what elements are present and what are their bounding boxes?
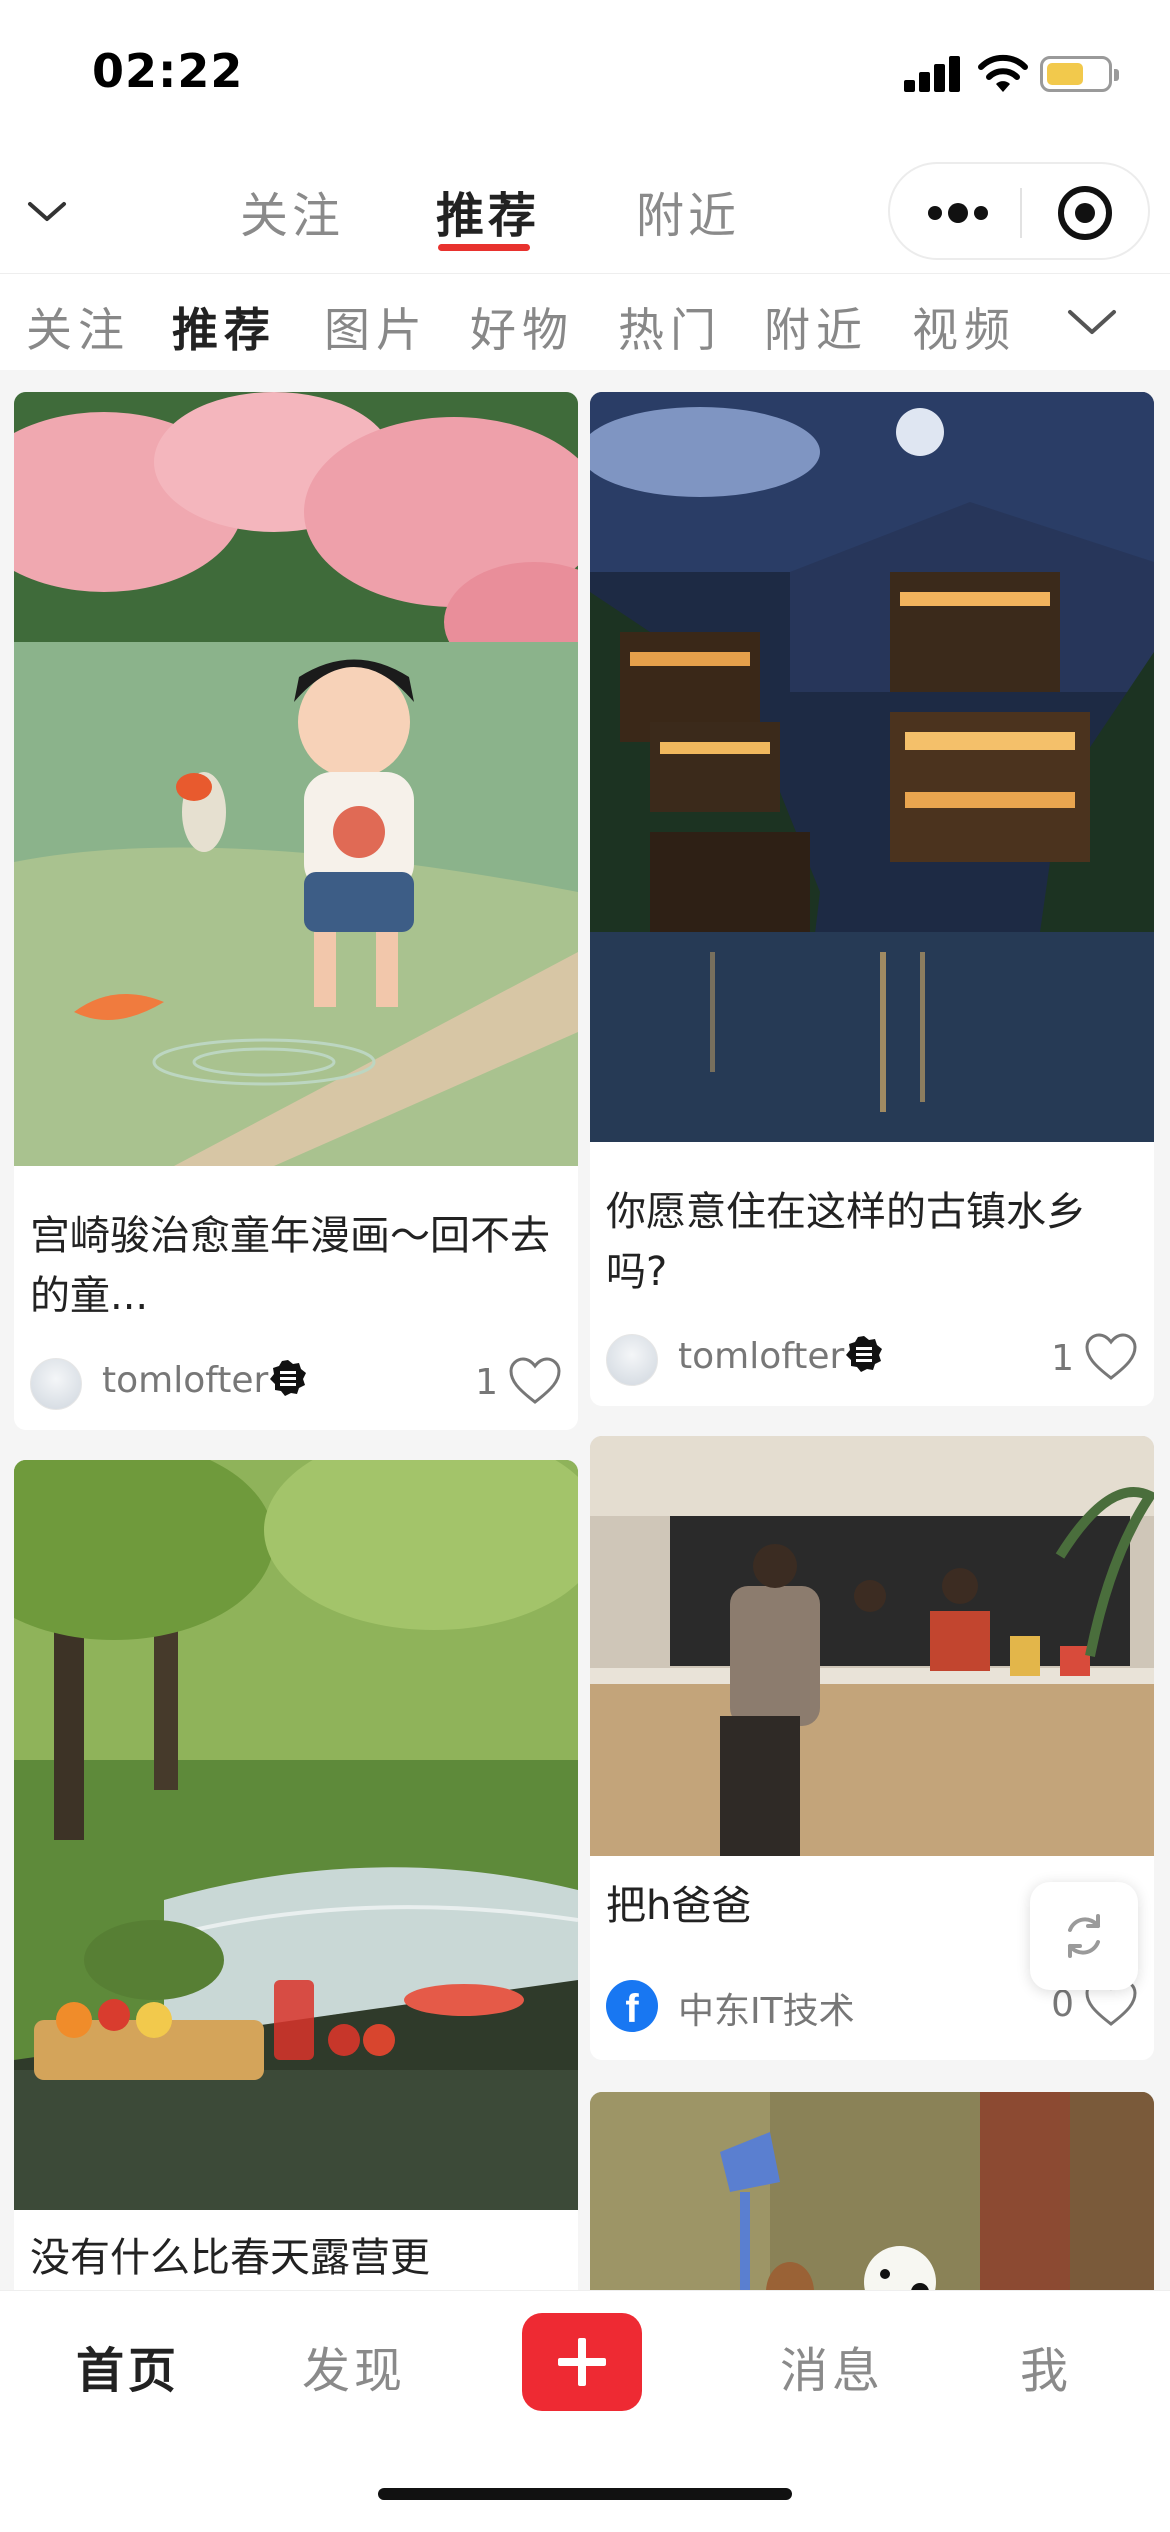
avatar[interactable] [606, 1334, 658, 1386]
author-name[interactable]: tomlofter [678, 1336, 844, 1377]
post-image [14, 1460, 578, 2210]
feed-card[interactable]: 宫崎骏治愈童年漫画～回不去的童... tomlofter 1 [14, 392, 578, 1430]
verified-badge-icon [270, 1360, 306, 1396]
close-target-icon[interactable] [1058, 186, 1112, 240]
nav-home[interactable]: 首页 [76, 2331, 180, 2401]
category-nearby[interactable]: 附近 [764, 294, 868, 360]
category-video[interactable]: 视频 [912, 294, 1016, 360]
feed-card[interactable] [590, 2092, 1154, 2290]
add-post-button[interactable] [522, 2313, 642, 2411]
post-title: 没有什么比春天露营更 [30, 2235, 430, 2281]
feed: 宫崎骏治愈童年漫画～回不去的童... tomlofter 1 你愿意住在这样的古… [0, 370, 1170, 2290]
category-follow[interactable]: 关注 [26, 294, 130, 360]
more-icon[interactable] [926, 200, 990, 226]
battery-level [1047, 63, 1083, 85]
active-tab-underline [438, 244, 530, 251]
nav-messages[interactable]: 消息 [780, 2331, 884, 2401]
post-image [590, 392, 1154, 1142]
post-meta: tomlofter 1 [606, 1330, 1138, 1390]
avatar-facebook-icon[interactable]: f [606, 1980, 658, 2032]
category-hot[interactable]: 热门 [618, 294, 722, 360]
home-indicator [378, 2488, 792, 2500]
top-nav: 关注 推荐 附近 [0, 150, 1170, 274]
feed-card[interactable]: 没有什么比春天露营更 [14, 1460, 578, 2290]
post-image [14, 392, 578, 1166]
author-name[interactable]: 中东IT技术 [678, 1982, 855, 2034]
battery-icon [1040, 56, 1119, 92]
category-recommend[interactable]: 推荐 [172, 294, 276, 360]
category-goods[interactable]: 好物 [470, 294, 574, 360]
miniprogram-capsule [888, 162, 1150, 260]
status-time: 02:22 [92, 44, 244, 98]
wifi-icon [978, 54, 1028, 92]
refresh-button[interactable] [1030, 1882, 1138, 1990]
post-image [590, 1436, 1154, 1856]
verified-badge-icon [846, 1336, 882, 1372]
post-image [590, 2092, 1154, 2290]
capsule-divider [1020, 188, 1022, 238]
like-count: 1 [475, 1362, 498, 1403]
heart-icon[interactable] [508, 1356, 562, 1406]
category-bar: 关注 推荐 图片 好物 热门 附近 视频 [0, 274, 1170, 370]
refresh-icon [1068, 1914, 1100, 1958]
post-title: 你愿意住在这样的古镇水乡吗? [606, 1189, 1086, 1295]
expand-categories-icon[interactable] [1066, 296, 1118, 348]
category-images[interactable]: 图片 [324, 294, 428, 360]
tab-follow[interactable]: 关注 [240, 176, 344, 246]
tab-recommend[interactable]: 推荐 [436, 176, 540, 246]
signal-icon [904, 56, 960, 92]
like-count: 0 [1051, 1984, 1074, 2025]
like-count: 1 [1051, 1338, 1074, 1379]
heart-icon[interactable] [1084, 1332, 1138, 1382]
post-meta: tomlofter 1 [30, 1354, 562, 1414]
tab-nearby[interactable]: 附近 [636, 176, 740, 246]
nav-me[interactable]: 我 [1020, 2331, 1072, 2401]
nav-discover[interactable]: 发现 [302, 2331, 406, 2401]
feed-card[interactable]: 你愿意住在这样的古镇水乡吗? tomlofter 1 [590, 392, 1154, 1406]
chevron-down-icon[interactable] [26, 190, 68, 232]
status-bar: 02:22 [0, 0, 1170, 150]
avatar[interactable] [30, 1358, 82, 1410]
author-name[interactable]: tomlofter [102, 1360, 268, 1401]
post-title: 宫崎骏治愈童年漫画～回不去的童... [30, 1213, 550, 1319]
